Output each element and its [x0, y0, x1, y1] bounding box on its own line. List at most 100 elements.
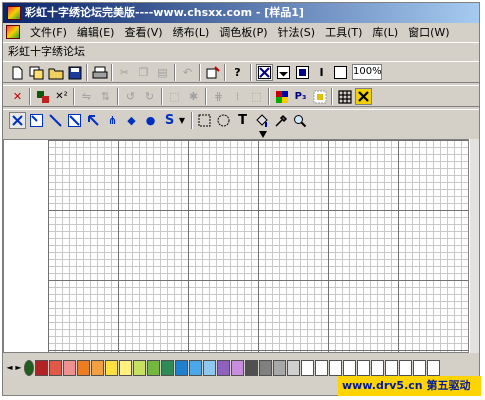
color-swatch[interactable]: [245, 360, 258, 376]
select-box-icon[interactable]: [332, 64, 349, 81]
color-grid-icon[interactable]: [273, 88, 290, 105]
color-swatch[interactable]: [427, 360, 440, 376]
properties-icon[interactable]: [204, 64, 221, 81]
title-bar[interactable]: 彩虹十字绣论坛完美版----www.chsxx.com - [样品1]: [3, 3, 479, 23]
color-swatch[interactable]: [399, 360, 412, 376]
palette-scroll-right-icon[interactable]: ►: [14, 361, 23, 375]
color-swatch[interactable]: [161, 360, 174, 376]
crop-icon[interactable]: ⬚: [166, 88, 183, 105]
color-swatch[interactable]: [133, 360, 146, 376]
arrow-stitch-icon[interactable]: [85, 112, 102, 129]
bead-icon[interactable]: ◆: [123, 112, 140, 129]
color-swatch[interactable]: [203, 360, 216, 376]
dot-icon[interactable]: ●: [142, 112, 159, 129]
color-swatch[interactable]: [385, 360, 398, 376]
undo-icon[interactable]: ↶: [179, 64, 196, 81]
cross-mode-icon[interactable]: [355, 88, 372, 105]
color-swatch[interactable]: [343, 360, 356, 376]
watermark-banner: www.drv5.cn 第五驱动: [338, 376, 481, 396]
color-swatch[interactable]: [91, 360, 104, 376]
menu-view[interactable]: 查看(V): [119, 23, 167, 42]
grid-toggle-icon[interactable]: [336, 88, 353, 105]
dotted-grid-icon[interactable]: [311, 88, 328, 105]
stitch-pattern-icon[interactable]: ⋕: [210, 88, 227, 105]
color-swatch[interactable]: [259, 360, 272, 376]
insert-tool-icon[interactable]: I: [313, 64, 330, 81]
stitch-grid[interactable]: [48, 140, 468, 352]
color-swatch[interactable]: [329, 360, 342, 376]
color-swatch[interactable]: [35, 360, 48, 376]
flip-vertical-icon[interactable]: ⇅: [97, 88, 114, 105]
color-swatch[interactable]: [147, 360, 160, 376]
save-disk-icon[interactable]: [66, 64, 83, 81]
color-swatch[interactable]: [413, 360, 426, 376]
color-swatch[interactable]: [119, 360, 132, 376]
menu-edit[interactable]: 编辑(E): [72, 23, 120, 42]
color-swatch[interactable]: [315, 360, 328, 376]
document-icon[interactable]: [6, 25, 20, 39]
color-swatch[interactable]: [63, 360, 76, 376]
edit-toolbar: ✕ ✕² ⇋ ⇅ ↺ ↻ ⬚ ✱ ⋕ ⁞ ⬚ P₃: [3, 85, 479, 107]
eyedropper-icon[interactable]: [272, 112, 289, 129]
menu-file[interactable]: 文件(F): [25, 23, 72, 42]
help-icon[interactable]: ?: [229, 64, 246, 81]
cleanup-icon[interactable]: ✱: [185, 88, 202, 105]
cut-icon[interactable]: ✂: [116, 64, 133, 81]
stitch-toolbar: ⋔ ◆ ● S ▼ T: [3, 109, 479, 131]
replace-color-icon[interactable]: ✕²: [53, 88, 70, 105]
color-swatch[interactable]: [24, 360, 34, 376]
outline-icon[interactable]: ⬚: [248, 88, 265, 105]
vertical-scrollbar[interactable]: [469, 139, 479, 353]
paste-icon[interactable]: ▤: [154, 64, 171, 81]
color-swatch[interactable]: [175, 360, 188, 376]
flip-horizontal-icon[interactable]: ⇋: [78, 88, 95, 105]
half-stitch-icon[interactable]: [275, 64, 292, 81]
rotate-left-icon[interactable]: ↺: [122, 88, 139, 105]
menu-window[interactable]: 窗口(W): [403, 23, 454, 42]
backstitch-icon[interactable]: ⁞: [229, 88, 246, 105]
three-quarter-stitch-icon[interactable]: [66, 112, 83, 129]
color-swatch[interactable]: [49, 360, 62, 376]
fill-bucket-icon[interactable]: [253, 112, 270, 129]
menu-library[interactable]: 库(L): [367, 23, 403, 42]
delete-icon[interactable]: ✕: [9, 88, 26, 105]
color-swatch[interactable]: [273, 360, 286, 376]
new-file-icon[interactable]: [9, 64, 26, 81]
palette-swatches: [24, 360, 441, 376]
french-knot-icon[interactable]: ⋔: [104, 112, 121, 129]
text-tool-icon[interactable]: T: [234, 112, 251, 129]
dropdown-arrow-icon[interactable]: ▼: [177, 112, 187, 129]
fill-stitch-icon[interactable]: [294, 64, 311, 81]
menu-palette[interactable]: 调色板(P): [214, 23, 272, 42]
full-stitch-icon[interactable]: [256, 64, 273, 81]
cross-stitch-tool-icon[interactable]: [9, 112, 26, 129]
zoom-level-field[interactable]: 100%: [352, 64, 382, 80]
swap-color-icon[interactable]: [34, 88, 51, 105]
magnifier-icon[interactable]: [291, 112, 308, 129]
color-swatch[interactable]: [105, 360, 118, 376]
palette-settings-icon[interactable]: P₃: [292, 88, 309, 105]
color-swatch[interactable]: [371, 360, 384, 376]
rect-select-icon[interactable]: [196, 112, 213, 129]
color-swatch[interactable]: [231, 360, 244, 376]
color-swatch[interactable]: [301, 360, 314, 376]
menu-tools[interactable]: 工具(T): [320, 23, 367, 42]
quarter-stitch-icon[interactable]: [28, 112, 45, 129]
color-swatch[interactable]: [287, 360, 300, 376]
menu-stitch[interactable]: 针法(S): [273, 23, 321, 42]
color-swatch[interactable]: [357, 360, 370, 376]
palette-scroll-left-icon[interactable]: ◄: [5, 361, 14, 375]
new-window-icon[interactable]: [28, 64, 45, 81]
special-stitch-tool-icon[interactable]: S: [161, 112, 178, 129]
half-stitch-tool-icon[interactable]: [47, 112, 64, 129]
copy-icon[interactable]: ❐: [135, 64, 152, 81]
print-icon[interactable]: [91, 64, 108, 81]
menu-fabric[interactable]: 绣布(L): [168, 23, 215, 42]
color-swatch[interactable]: [189, 360, 202, 376]
color-swatch[interactable]: [77, 360, 90, 376]
pattern-canvas[interactable]: [3, 139, 469, 353]
color-swatch[interactable]: [217, 360, 230, 376]
lasso-select-icon[interactable]: [215, 112, 232, 129]
rotate-right-icon[interactable]: ↻: [141, 88, 158, 105]
open-folder-icon[interactable]: [47, 64, 64, 81]
